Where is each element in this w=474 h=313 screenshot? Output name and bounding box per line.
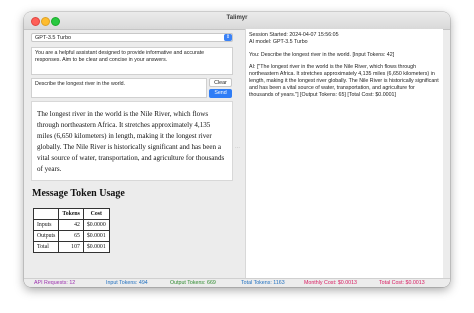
table-cell: $0.0001	[82, 230, 110, 242]
log-ai-message: AI: ["The longest river in the world is …	[249, 64, 439, 98]
table-cell: Inputs	[32, 219, 60, 231]
model-select-value: GPT-3.5 Turbo	[35, 35, 72, 41]
chevron-updown-icon: ⇕	[224, 34, 232, 41]
status-output-tokens: Output Tokens: 669	[170, 280, 216, 286]
status-api-requests: API Requests: 12	[34, 280, 76, 286]
table-cell: 42	[58, 219, 84, 231]
status-total-cost: Total Cost: $0.0013	[379, 280, 425, 286]
token-usage-heading: Message Token Usage	[32, 188, 125, 199]
log-session-info: Session Started: 2024-04-07 15:56:05 AI …	[249, 32, 440, 46]
token-usage-table: Tokens Cost Inputs 42 $0.0000 Outputs 65…	[32, 208, 110, 253]
user-prompt-input[interactable]: Describe the longest river in the world.	[31, 78, 207, 98]
send-button[interactable]: Send	[209, 89, 232, 98]
log-ai-model: AI model: GPT-3.5 Turbo	[249, 38, 308, 45]
table-header-cell	[32, 208, 60, 220]
status-total-tokens: Total Tokens: 1163	[241, 280, 285, 286]
log-session-started: Session Started: 2024-04-07 15:56:05	[249, 32, 339, 38]
table-cell: $0.0001	[82, 241, 110, 253]
table-cell: $0.0000	[82, 219, 110, 231]
status-monthly-cost: Monthly Cost: $0.0013	[304, 280, 357, 286]
table-header-cell: Tokens	[58, 208, 84, 220]
model-select[interactable]: GPT-3.5 Turbo ⇕	[31, 33, 233, 42]
table-cell: Total	[32, 241, 60, 253]
log-user-message: You: Describe the longest river in the w…	[249, 51, 395, 58]
table-header-row: Tokens Cost	[32, 208, 110, 220]
drag-handle-icon[interactable]: ⋯	[235, 145, 240, 151]
table-row: Total 107 $0.0001	[32, 241, 110, 253]
clear-button[interactable]: Clear	[209, 78, 232, 87]
table-row: Outputs 65 $0.0001	[32, 230, 110, 242]
conversation-log: Session Started: 2024-04-07 15:56:05 AI …	[245, 29, 443, 278]
table-cell: 107	[58, 241, 84, 253]
app-window: Talimyr GPT-3.5 Turbo ⇕ You are a helpfu…	[24, 12, 450, 287]
status-input-tokens: Input Tokens: 494	[106, 280, 148, 286]
table-cell: Outputs	[32, 230, 60, 242]
table-row: Inputs 42 $0.0000	[32, 219, 110, 231]
status-bar: API Requests: 12 Input Tokens: 494 Outpu…	[24, 278, 450, 287]
table-cell: 65	[58, 230, 84, 242]
table-header-cell: Cost	[82, 208, 110, 220]
title-bar: Talimyr	[24, 12, 450, 30]
response-output: The longest river in the world is the Ni…	[31, 101, 233, 181]
system-prompt-input[interactable]: You are a helpful assistant designed to …	[31, 47, 233, 75]
window-title: Talimyr	[226, 15, 248, 21]
